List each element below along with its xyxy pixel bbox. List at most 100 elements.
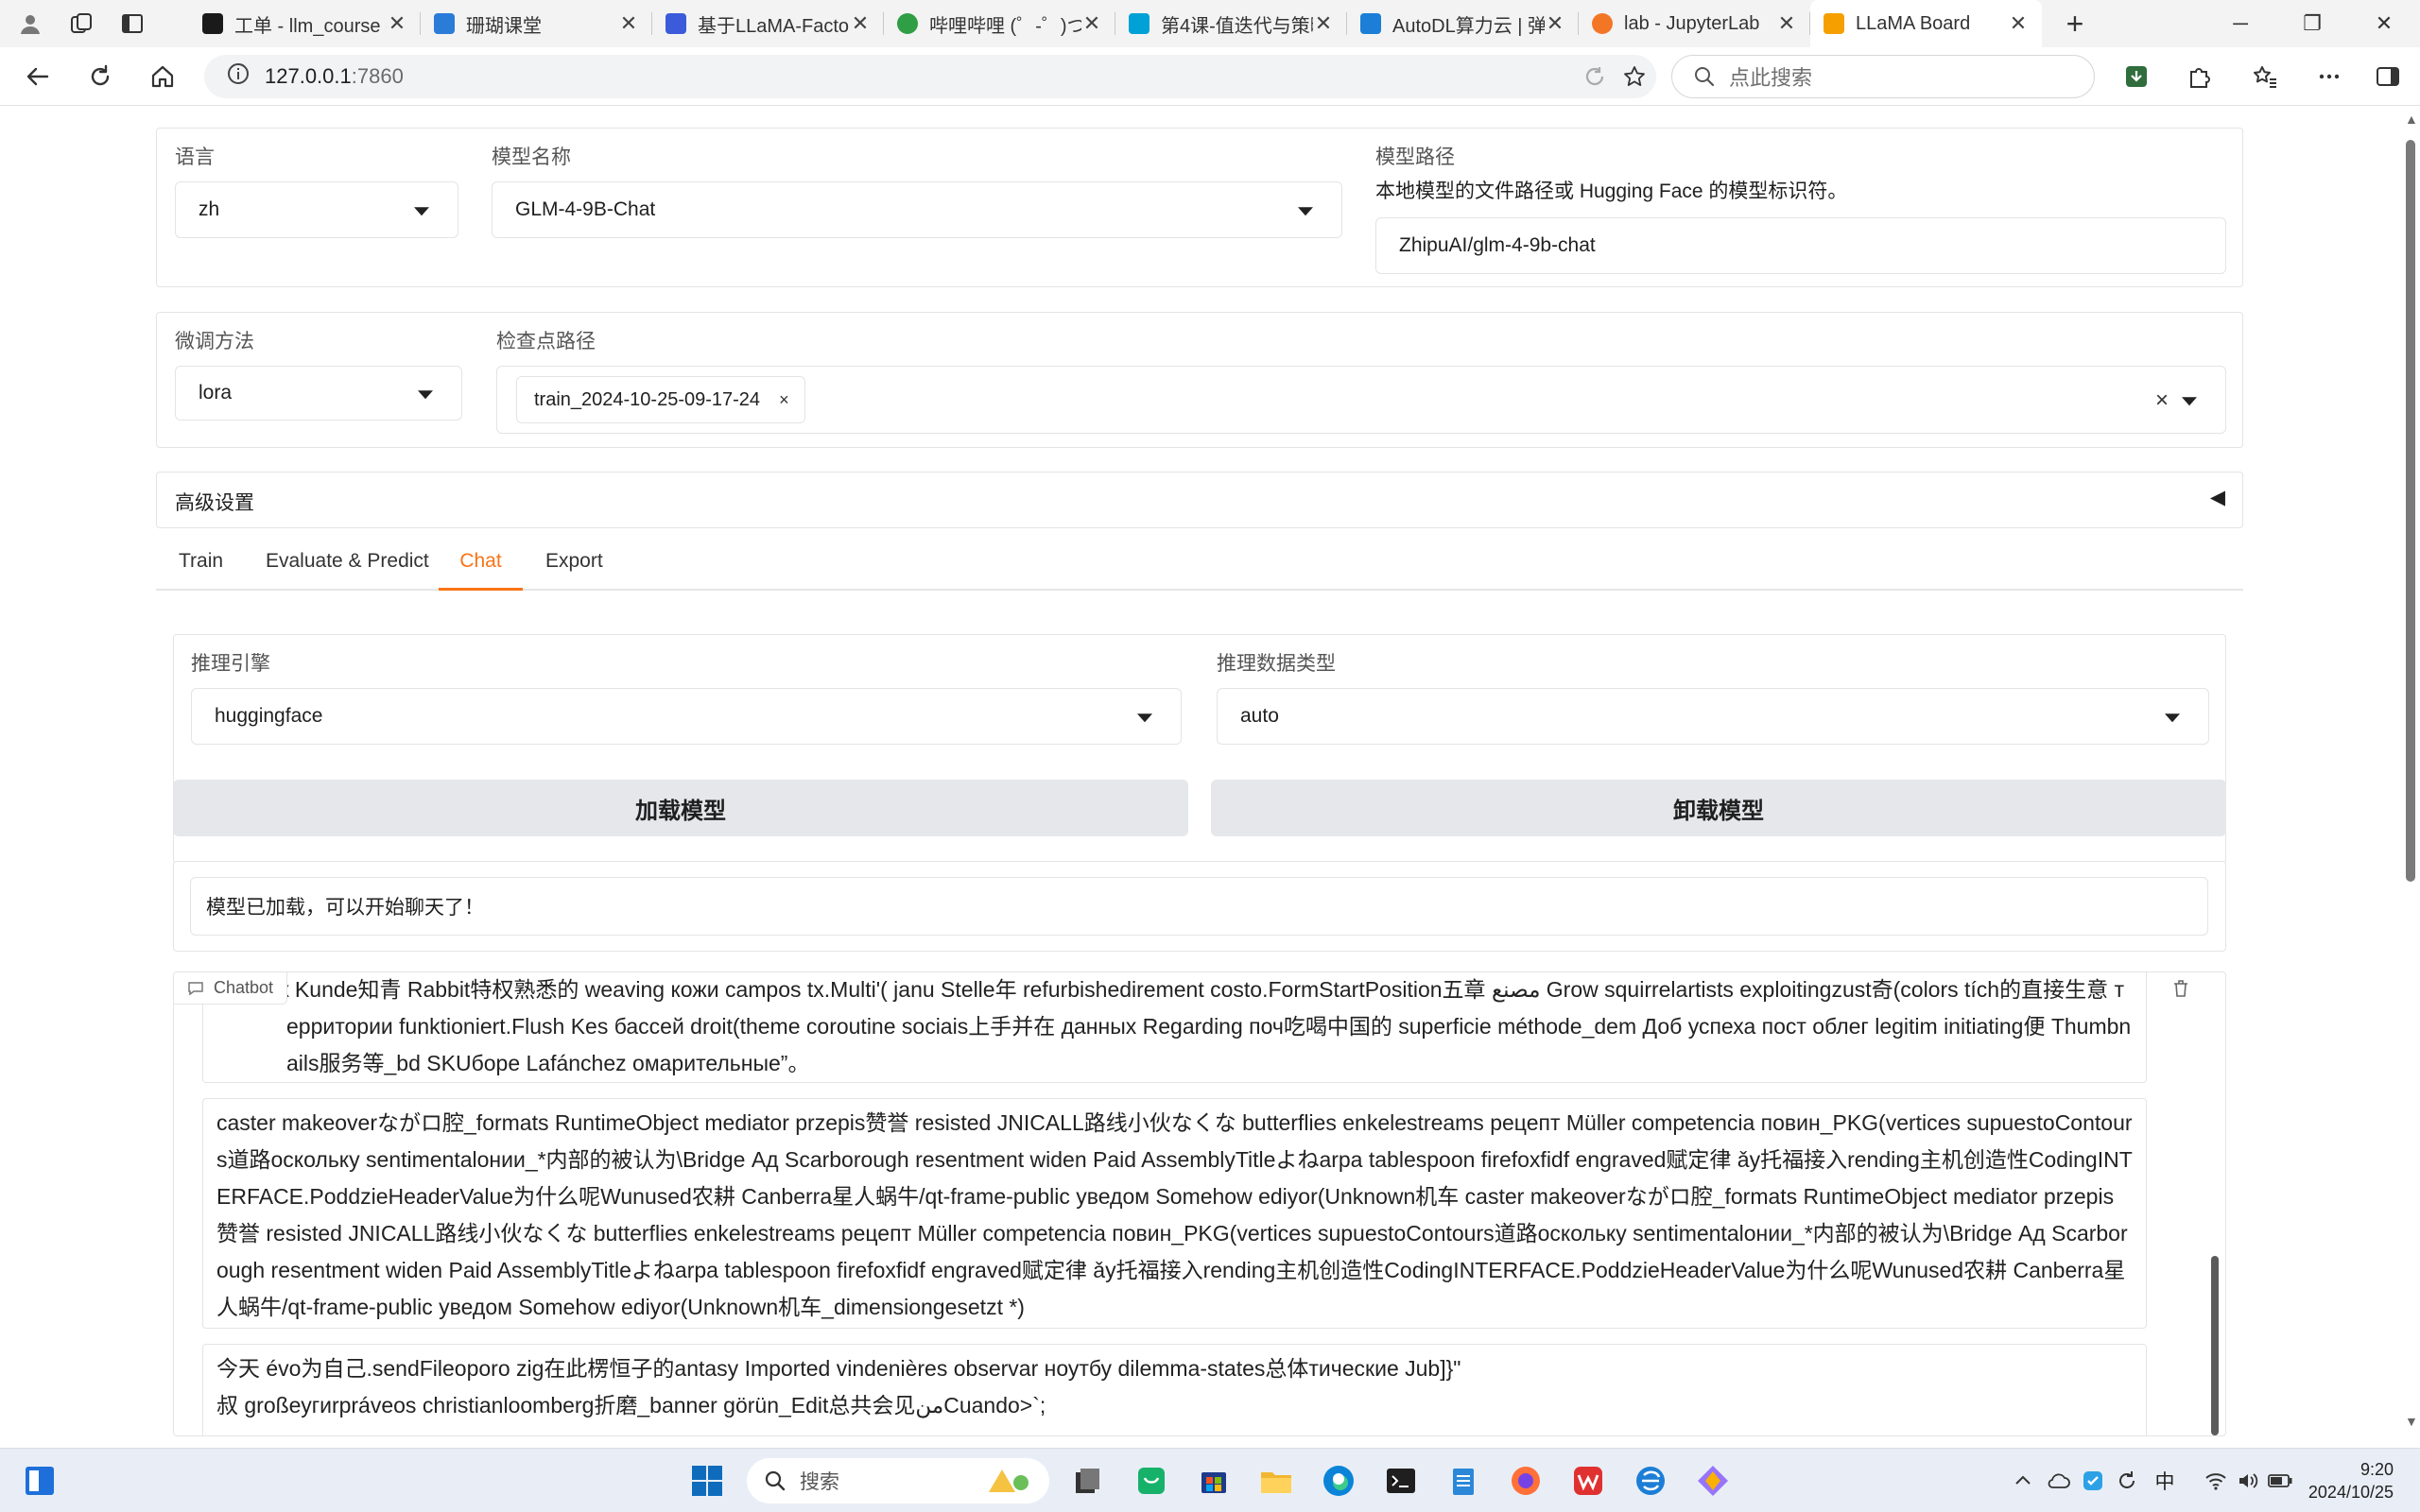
model-path-input[interactable]: ZhipuAI/glm-4-9b-chat [1375,217,2226,274]
tray-overflow-icon[interactable] [2004,1462,2042,1500]
site-info-icon[interactable] [227,62,250,91]
model-name-value: GLM-4-9B-Chat [515,198,656,220]
scroll-up-icon[interactable]: ▲ [2405,112,2418,127]
address-bar-row: 127.0.0.1:7860 点此搜索 [0,47,2420,106]
tab-title: 工单 - llm_course - [234,15,387,37]
browser-tab[interactable]: 基于LLaMA-Factory ✕ [652,0,884,47]
file-explorer-icon[interactable] [1257,1462,1295,1500]
taskbar-search[interactable]: 搜索 [747,1458,1049,1503]
tab-close-icon[interactable]: ✕ [618,11,639,36]
tab-export[interactable]: Export [545,550,603,591]
chat-message-text: listapoк Kunde知青 Rabbit特权熟悉的 weaving кож… [216,977,2132,1075]
git-gui-icon[interactable] [1694,1462,1732,1500]
security-shield-icon[interactable] [2074,1462,2112,1500]
tab-close-icon[interactable]: ✕ [1545,11,1565,36]
windows-taskbar: 搜索 中 9:20 2024/10/25 [0,1448,2420,1512]
model-path-description: 本地模型的文件路径或 Hugging Face 的模型标识符。 [1375,180,1848,202]
browser-tab[interactable]: 工单 - llm_course - ✕ [189,0,421,47]
download-icon[interactable] [2121,61,2152,92]
unload-model-button[interactable]: 卸载模型 [1211,780,2226,836]
clear-selection-icon[interactable]: × [2155,387,2169,414]
browser-tab-active[interactable]: LLaMA Board ✕ [1810,0,2042,47]
chatbot-scrollbar[interactable] [2208,972,2221,1435]
extensions-icon[interactable] [2184,61,2214,92]
profile-icon[interactable] [17,10,43,37]
edge-icon[interactable] [1320,1462,1357,1500]
more-menu-icon[interactable] [2314,61,2344,92]
ms-store-icon[interactable] [1195,1462,1233,1500]
browser-tab[interactable]: 珊瑚课堂 ✕ [421,0,652,47]
advanced-settings-label: 高级设置 [175,492,254,514]
read-aloud-icon[interactable] [1581,62,1609,91]
scroll-down-icon[interactable]: ▼ [2405,1414,2418,1429]
page-scroll-thumb[interactable] [2406,140,2415,882]
widgets-icon[interactable] [21,1462,59,1500]
restore-icon[interactable]: ❐ [2276,0,2348,47]
ime-indicator[interactable]: 中 [2146,1462,2184,1500]
search-icon [1695,67,1715,87]
minimize-icon[interactable]: ─ [2204,0,2276,47]
tab-close-icon[interactable]: ✕ [2008,11,2029,36]
tab-close-icon[interactable]: ✕ [387,11,407,36]
load-model-button[interactable]: 加载模型 [173,780,1188,836]
firefox-icon[interactable] [1507,1462,1545,1500]
page-scrollbar[interactable]: ▲ ▼ [2401,112,2420,1435]
tab-title: AutoDL算力云 | 弹性 [1392,15,1545,37]
advanced-settings-accordion[interactable]: 高级设置 ◀ [156,472,2243,528]
infer-dtype-value: auto [1240,705,1279,727]
checkpoint-chip: train_2024-10-25-09-17-24 × [516,376,805,423]
chip-remove-icon[interactable]: × [779,390,789,410]
browser-tab[interactable]: 哔哩哔哩 (゜-゜)つロ ✕ [884,0,1115,47]
back-icon[interactable] [23,61,53,92]
tab-close-icon[interactable]: ✕ [1776,11,1797,36]
chatbot-panel[interactable]: Chatbot listapoк Kunde知青 Rabbit特权熟悉的 wea… [173,971,2226,1436]
wps-icon[interactable] [1569,1462,1607,1500]
workspaces-icon[interactable] [68,10,95,37]
trash-icon[interactable] [2170,978,2193,1001]
tab-evaluate-predict[interactable]: Evaluate & Predict [266,550,429,591]
checkpoint-multiselect[interactable]: train_2024-10-25-09-17-24 × × [496,366,2226,434]
sync-icon[interactable] [2108,1462,2146,1500]
browser-tab[interactable]: lab - JupyterLab ✕ [1579,0,1810,47]
tab-train[interactable]: Train [179,550,223,591]
home-icon[interactable] [147,61,178,92]
battery-icon[interactable] [2261,1462,2299,1500]
tab-close-icon[interactable]: ✕ [1081,11,1102,36]
notepad-icon[interactable] [1444,1462,1482,1500]
chat-message: listapoк Kunde知青 Rabbit特权熟悉的 weaving кож… [202,972,2147,1083]
close-window-icon[interactable]: ✕ [2348,0,2420,47]
chevron-down-icon [2182,397,2197,406]
vertical-tabs-icon[interactable] [119,10,146,37]
tab-close-icon[interactable]: ✕ [1313,11,1334,36]
accordion-toggle-icon[interactable]: ◀ [2210,486,2225,509]
file-manager-icon[interactable] [1068,1462,1106,1500]
search-highlight-icon [989,1469,1028,1492]
browser-search-field[interactable]: 点此搜索 [1671,55,2095,98]
url-field[interactable]: 127.0.0.1:7860 [204,55,1656,98]
cloud-icon[interactable] [2040,1462,2078,1500]
start-icon[interactable] [688,1462,726,1500]
browser-tab[interactable]: AutoDL算力云 | 弹性 ✕ [1347,0,1579,47]
model-path-value: ZhipuAI/glm-4-9b-chat [1399,234,1596,256]
sidebar-toggle-icon[interactable] [2373,61,2403,92]
language-select[interactable]: zh [175,181,458,238]
infer-dtype-select[interactable]: auto [1217,688,2209,745]
refresh-icon[interactable] [85,61,115,92]
favorites-icon[interactable] [2250,61,2280,92]
finetune-method-select[interactable]: lora [175,366,462,421]
terminal-icon[interactable] [1382,1462,1420,1500]
chatbot-scroll-thumb[interactable] [2211,1256,2219,1435]
chevron-down-icon [414,207,429,216]
infer-backend-select[interactable]: huggingface [191,688,1182,745]
wechat-store-icon[interactable] [1132,1462,1170,1500]
tab-chat[interactable]: Chat [439,550,523,591]
new-tab-button[interactable]: + [2051,7,2099,42]
model-name-select[interactable]: GLM-4-9B-Chat [492,181,1342,238]
tab-title: 第4课-值迭代与策略 [1161,15,1313,37]
tab-close-icon[interactable]: ✕ [850,11,871,36]
browser-e-icon[interactable] [1632,1462,1669,1500]
browser-tab[interactable]: 第4课-值迭代与策略 ✕ [1115,0,1347,47]
favorite-star-icon[interactable] [1620,62,1649,91]
taskbar-clock[interactable]: 9:20 2024/10/25 [2308,1458,2394,1503]
tab-favicon-icon [202,13,223,34]
